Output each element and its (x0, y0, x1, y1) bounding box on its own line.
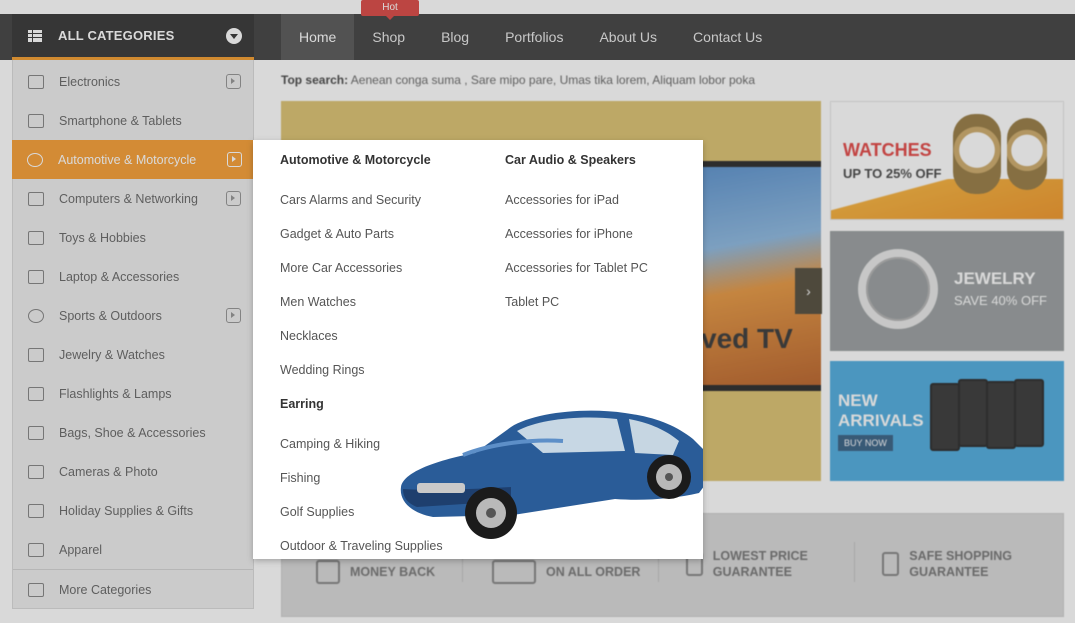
laptop-icon (28, 269, 44, 284)
chevron-right-icon: › (806, 283, 811, 299)
sidebar-item-holiday-supplies-gifts[interactable]: Holiday Supplies & Gifts (13, 491, 253, 530)
top-search-label: Top search: (281, 73, 349, 87)
menu-heading-automotive[interactable]: Automotive & Motorcycle (280, 153, 443, 173)
phone-image (986, 381, 1016, 449)
sidebar-item-cameras-photo[interactable]: Cameras & Photo (13, 452, 253, 491)
money-icon (316, 560, 340, 584)
nav-contact-us[interactable]: Contact Us (675, 14, 780, 60)
shirt-icon (28, 542, 44, 557)
main-nav: Home Shop Blog Portfolios About Us Conta… (281, 14, 780, 60)
chevron-down-icon[interactable] (226, 27, 242, 44)
menu-column-car-audio: Car Audio & Speakers Accessories for iPa… (505, 153, 648, 326)
watch-image (1007, 118, 1047, 190)
menu-heading-car-audio[interactable]: Car Audio & Speakers (505, 153, 648, 173)
menu-link[interactable]: Wedding Rings (280, 360, 443, 394)
policy-safe-shopping: SAFE SHOPPING GUARANTEE (882, 548, 1032, 580)
banner-watches-offer: UP TO 25% OFF (843, 166, 942, 181)
sidebar-more-categories[interactable]: More Categories (13, 570, 253, 609)
sidebar-item-apparel[interactable]: Apparel (13, 530, 253, 569)
monitor-icon (28, 191, 44, 206)
banner-jewelry-title: JEWELRY (954, 269, 1036, 288)
umbrella-icon (882, 552, 900, 576)
banner-new-arrivals-title: NEW ARRIVALS (838, 391, 924, 430)
flashlight-icon (28, 386, 44, 401)
gift-icon (28, 503, 44, 518)
banner-new-arrivals[interactable]: NEW ARRIVALS BUY NOW (830, 361, 1064, 481)
menu-link[interactable]: Accessories for iPhone (505, 224, 648, 258)
menu-link[interactable]: Necklaces (280, 326, 443, 360)
menu-link[interactable]: Gadget & Auto Parts (280, 224, 443, 258)
watch-image (953, 114, 1001, 194)
phone-image (930, 383, 960, 451)
car-image (400, 410, 703, 539)
banner-watches[interactable]: WATCHES UP TO 25% OFF (830, 101, 1064, 220)
chevron-right-icon[interactable] (226, 191, 241, 206)
laptop-icon (28, 113, 44, 128)
menu-link[interactable]: Accessories for Tablet PC (505, 258, 648, 292)
buy-now-button[interactable]: BUY NOW (838, 435, 893, 451)
sidebar-item-electronics[interactable]: Electronics (13, 62, 253, 101)
nav-blog[interactable]: Blog (423, 14, 487, 60)
menu-link[interactable]: Men Watches (280, 292, 443, 326)
sidebar-item-automotive-motorcycle[interactable]: Automotive & Motorcycle (12, 140, 254, 179)
banner-jewelry-offer: SAVE 40% OFF (954, 293, 1047, 308)
list-icon (28, 29, 42, 42)
banner-jewelry[interactable]: JEWELRY SAVE 40% OFF (830, 231, 1064, 351)
sidebar-item-smartphone-tablets[interactable]: Smartphone & Tablets (13, 101, 253, 140)
sidebar-item-computers-networking[interactable]: Computers & Networking (13, 179, 253, 218)
menu-link[interactable]: Accessories for iPad (505, 190, 648, 224)
policy-lowest-price: LOWEST PRICE GUARANTEE (686, 548, 826, 580)
sidebar-item-flashlights-lamps[interactable]: Flashlights & Lamps (13, 374, 253, 413)
all-categories-toggle[interactable]: ALL CATEGORIES (12, 14, 254, 60)
menu-link[interactable]: Cars Alarms and Security (280, 190, 443, 224)
automotive-mega-menu: Automotive & Motorcycle Cars Alarms and … (253, 140, 703, 559)
bag-icon (28, 425, 44, 440)
top-search-terms[interactable]: Aenean conga suma , Sare mipo pare, Umas… (351, 73, 755, 87)
slider-caption: ved TV (701, 323, 793, 354)
chevron-right-icon[interactable] (227, 152, 242, 167)
car-icon (27, 152, 43, 167)
phone-image (958, 379, 988, 447)
diamond-icon (28, 347, 44, 362)
nav-portfolios[interactable]: Portfolios (487, 14, 581, 60)
sidebar-item-jewelry-watches[interactable]: Jewelry & Watches (13, 335, 253, 374)
plus-box-icon (28, 582, 44, 597)
sidebar-item-laptop-accessories[interactable]: Laptop & Accessories (13, 257, 253, 296)
menu-link[interactable]: More Car Accessories (280, 258, 443, 292)
sports-icon (28, 308, 44, 323)
sidebar-item-toys-hobbies[interactable]: Toys & Hobbies (13, 218, 253, 257)
policy-money-back: MONEY BACK (316, 560, 435, 584)
phone-image (1014, 379, 1044, 447)
chevron-right-icon[interactable] (226, 308, 241, 323)
nav-home[interactable]: Home (281, 14, 355, 60)
slider-next-button[interactable]: › (795, 268, 822, 314)
speaker-icon (28, 74, 44, 89)
menu-link[interactable]: Tablet PC (505, 292, 648, 326)
all-categories-title: ALL CATEGORIES (58, 28, 175, 43)
policy-free-shipping: ON ALL ORDER (492, 560, 640, 584)
ring-image (858, 249, 938, 329)
banner-watches-title: WATCHES (843, 140, 932, 160)
top-search: Top search: Aenean conga suma , Sare mip… (281, 73, 755, 87)
camera-icon (28, 464, 44, 479)
nav-about-us[interactable]: About Us (581, 14, 675, 60)
category-sidebar: Electronics Smartphone & Tablets Automot… (12, 60, 254, 609)
chevron-right-icon[interactable] (226, 74, 241, 89)
toy-gun-icon (28, 230, 44, 245)
top-strip (0, 0, 1075, 14)
sidebar-item-bags-shoe-accessories[interactable]: Bags, Shoe & Accessories (13, 413, 253, 452)
nav-shop[interactable]: Shop (354, 14, 423, 60)
sidebar-item-sports-outdoors[interactable]: Sports & Outdoors (13, 296, 253, 335)
truck-icon (492, 560, 536, 584)
